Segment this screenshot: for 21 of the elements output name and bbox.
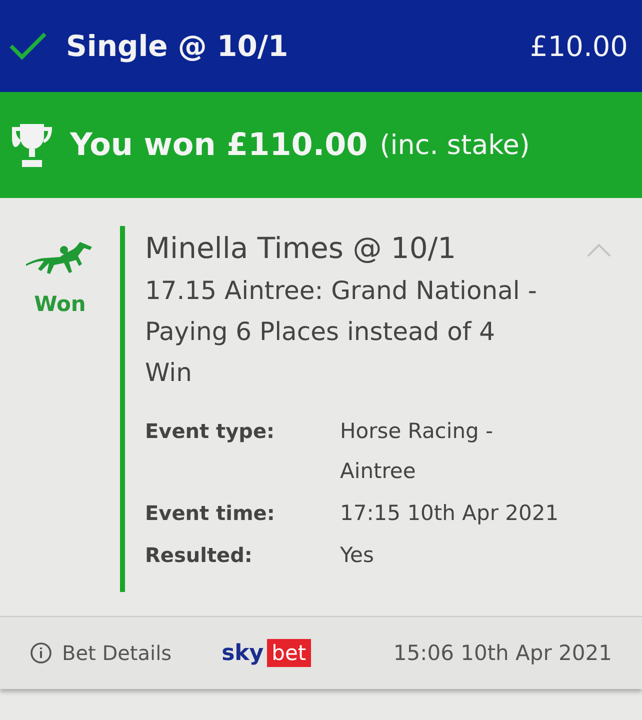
detail-value: 17:15 10th Apr 2021 bbox=[340, 500, 560, 527]
detail-label: Event time: bbox=[145, 500, 276, 527]
bet-title: Single @ 10/1 bbox=[66, 29, 290, 63]
detail-label: Event type: bbox=[145, 418, 276, 445]
trophy-icon bbox=[10, 122, 54, 168]
detail-value: Horse Racing - Aintree bbox=[340, 418, 494, 485]
stake-amount: £10.00 bbox=[530, 30, 628, 62]
logo-text: sky bbox=[222, 640, 264, 666]
market-name: Win bbox=[145, 357, 193, 389]
selection-name: Minella Times @ 10/1 bbox=[145, 230, 456, 267]
logo-badge: bet bbox=[266, 639, 312, 667]
chevron-up-icon[interactable] bbox=[586, 242, 612, 258]
info-icon bbox=[30, 642, 52, 664]
event-name: 17.15 Aintree: Grand National - Paying 6 Places instead of 4 bbox=[145, 275, 538, 348]
bet-details-link[interactable]: Bet Details bbox=[62, 641, 172, 665]
winnings-amount: You won £110.00 bbox=[70, 127, 368, 163]
result-status: Won bbox=[34, 292, 86, 316]
detail-label: Resulted: bbox=[145, 542, 254, 569]
placed-time: 15:06 10th Apr 2021 bbox=[393, 641, 612, 665]
winnings-note: (inc. stake) bbox=[380, 130, 530, 160]
detail-value: Yes bbox=[340, 542, 375, 569]
